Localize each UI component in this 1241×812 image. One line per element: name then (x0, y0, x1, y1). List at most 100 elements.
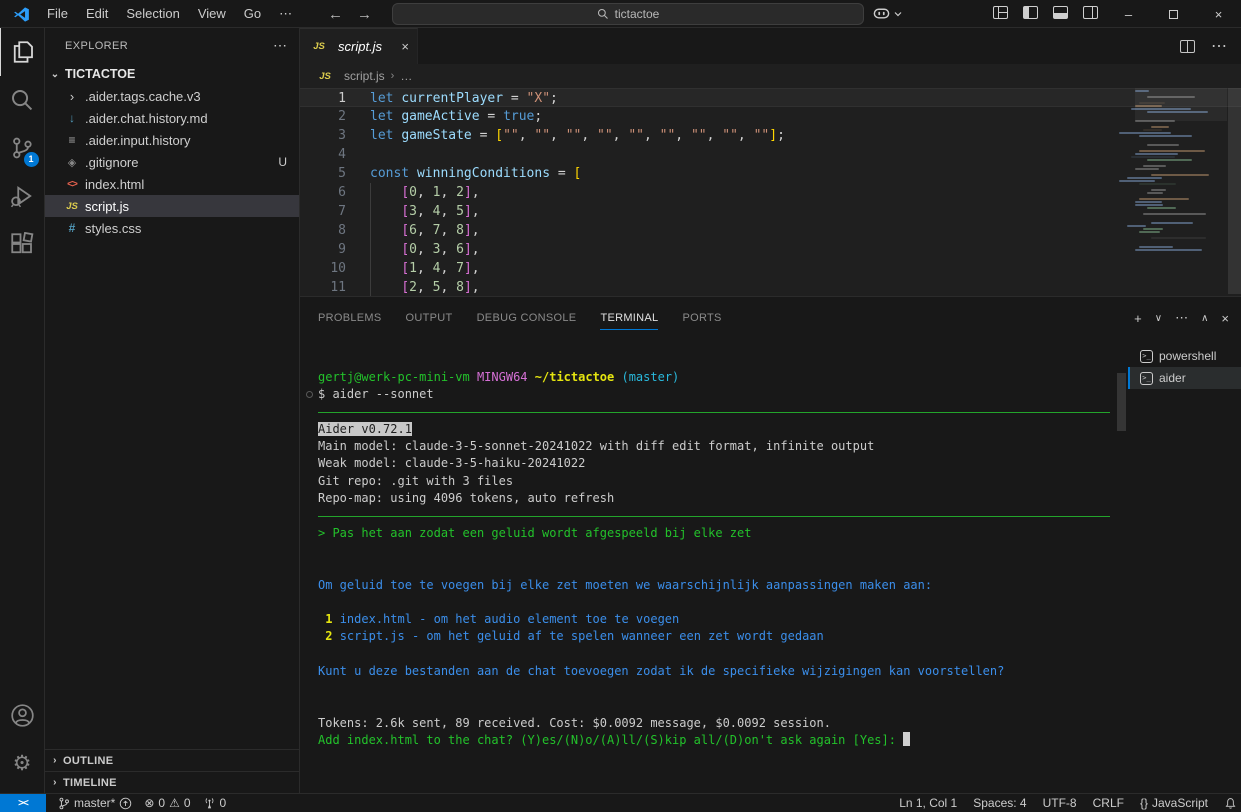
window-controls: – × (1106, 0, 1241, 28)
forward-arrow-icon[interactable]: → (357, 6, 372, 23)
minimap-line (1127, 225, 1146, 227)
menu-view[interactable]: View (189, 3, 235, 25)
nav-arrows: ← → (328, 0, 372, 28)
ports-item[interactable]: 0 (203, 796, 227, 810)
toggle-panel-icon[interactable] (1053, 6, 1068, 19)
run-debug-button[interactable] (0, 172, 45, 220)
code-line[interactable]: 11 [2, 5, 8], (300, 278, 1241, 296)
breadcrumb-tail[interactable]: … (400, 69, 412, 83)
extensions-button[interactable] (0, 220, 45, 268)
file-item-styles-css[interactable]: #styles.css (45, 217, 299, 239)
code-line[interactable]: 10 [1, 4, 7], (300, 259, 1241, 278)
panel-more-actions-icon[interactable]: ⋯ (1175, 310, 1188, 326)
remote-indicator[interactable]: >< (0, 794, 46, 812)
breadcrumb[interactable]: JS script.js › … (300, 64, 1241, 88)
split-editor-icon[interactable] (1180, 40, 1195, 53)
terminal-line (318, 542, 1128, 559)
code-line[interactable]: 7 [3, 4, 5], (300, 202, 1241, 221)
back-arrow-icon[interactable]: ← (328, 6, 343, 23)
panel-tab-output[interactable]: OUTPUT (406, 297, 453, 339)
more-actions-icon[interactable]: ⋯ (1211, 36, 1227, 56)
git-diamond-icon: ◈ (63, 156, 81, 169)
file-item--aider-chat-history-md[interactable]: ↓.aider.chat.history.md (45, 107, 299, 129)
timeline-label: TIMELINE (63, 777, 117, 789)
menu-go[interactable]: Go (235, 3, 270, 25)
file-item--aider-input-history[interactable]: ≡.aider.input.history (45, 129, 299, 151)
terminal-icon: >_ (1140, 350, 1153, 363)
code-line[interactable]: 3let gameState = ["", "", "", "", "", ""… (300, 126, 1241, 145)
tab-close-icon[interactable]: × (401, 39, 409, 54)
customize-layout-icon[interactable] (993, 6, 1008, 19)
file-item-index-html[interactable]: <>index.html (45, 173, 299, 195)
minimap-line (1135, 168, 1159, 170)
maximize-panel-icon[interactable]: ∧ (1201, 313, 1208, 324)
minimap-line (1139, 246, 1173, 248)
problems-item[interactable]: ⊗ 0 ⚠ 0 (144, 796, 190, 810)
explorer-more-actions-icon[interactable]: ⋯ (273, 37, 287, 54)
editor-scrollbar[interactable] (1228, 88, 1241, 294)
close-button[interactable]: × (1196, 0, 1241, 28)
terminal-item-powershell[interactable]: >_powershell (1128, 345, 1241, 367)
error-count: 0 (158, 796, 165, 810)
minimap-line (1123, 243, 1156, 245)
file-item--gitignore[interactable]: ◈.gitignoreU (45, 151, 299, 173)
encoding-item[interactable]: UTF-8 (1043, 796, 1077, 810)
menu-more[interactable]: ⋯ (270, 3, 301, 25)
menu-edit[interactable]: Edit (77, 3, 117, 25)
breadcrumb-file[interactable]: script.js (344, 69, 385, 83)
file-item-script-js[interactable]: JSscript.js (45, 195, 299, 217)
close-panel-icon[interactable]: × (1221, 311, 1229, 326)
editor-actions: ⋯ (1180, 28, 1227, 64)
new-terminal-icon[interactable]: + (1134, 311, 1142, 326)
notifications-item[interactable] (1224, 797, 1237, 810)
line-content: const winningConditions = [ (346, 164, 581, 183)
indentation-item[interactable]: Spaces: 4 (973, 796, 1026, 810)
explorer-button[interactable] (0, 28, 45, 76)
root-folder-row[interactable]: ⌄ TICTACTOE (45, 63, 299, 85)
settings-button[interactable]: ⚙ (0, 739, 45, 787)
code-line[interactable]: 5const winningConditions = [ (300, 164, 1241, 183)
minimize-button[interactable]: – (1106, 0, 1151, 28)
outline-section[interactable]: › OUTLINE (45, 749, 299, 771)
command-decoration-icon[interactable] (306, 391, 313, 398)
code-line[interactable]: 9 [0, 3, 6], (300, 240, 1241, 259)
panel-tab-terminal[interactable]: TERMINAL (600, 297, 658, 339)
language-item[interactable]: {} JavaScript (1140, 796, 1208, 810)
command-center-search[interactable]: tictactoe (392, 3, 864, 25)
bottom-panel: PROBLEMS OUTPUT DEBUG CONSOLE TERMINAL PORTS… (300, 296, 1241, 793)
cursor-position-item[interactable]: Ln 1, Col 1 (899, 796, 957, 810)
code-line[interactable]: 1let currentPlayer = "X"; (300, 88, 1241, 107)
terminal-line: > Pas het aan zodat een geluid wordt afg… (318, 525, 1128, 542)
terminal-line: Weak model: claude-3-5-haiku-20241022 (318, 455, 1128, 472)
eol-item[interactable]: CRLF (1093, 796, 1124, 810)
git-branch-item[interactable]: master* (58, 796, 132, 810)
minimap-viewport[interactable] (1135, 88, 1227, 121)
maximize-button[interactable] (1151, 0, 1196, 28)
timeline-section[interactable]: › TIMELINE (45, 771, 299, 793)
panel-tab-ports[interactable]: PORTS (682, 297, 721, 339)
code-editor[interactable]: 1let currentPlayer = "X";2let gameActive… (300, 88, 1241, 296)
panel-tab-problems[interactable]: PROBLEMS (318, 297, 382, 339)
code-line[interactable]: 4 (300, 145, 1241, 164)
file-item--aider-tags-cache-v3[interactable]: ›.aider.tags.cache.v3 (45, 85, 299, 107)
code-line[interactable]: 8 [6, 7, 8], (300, 221, 1241, 240)
code-line[interactable]: 2let gameActive = true; (300, 107, 1241, 126)
toggle-primary-sidebar-icon[interactable] (1023, 6, 1038, 19)
terminal-line: gertj@werk-pc-mini-vm MINGW64 ~/tictacto… (318, 369, 1128, 386)
panel-tab-debug-console[interactable]: DEBUG CONSOLE (477, 297, 577, 339)
menu-selection[interactable]: Selection (117, 3, 188, 25)
terminal-dropdown-icon[interactable]: ∨ (1155, 313, 1162, 324)
tab-script-js[interactable]: JS script.js × (300, 28, 418, 64)
minimap-line (1139, 231, 1160, 233)
terminal-view[interactable]: gertj@werk-pc-mini-vm MINGW64 ~/tictacto… (300, 339, 1128, 793)
sidebar-empty-space (45, 239, 299, 749)
menu-file[interactable]: File (38, 3, 77, 25)
code-line[interactable]: 6 [0, 1, 2], (300, 183, 1241, 202)
search-button[interactable] (0, 76, 45, 124)
copilot-button[interactable] (872, 4, 902, 23)
file-name: styles.css (85, 221, 141, 236)
toggle-secondary-sidebar-icon[interactable] (1083, 6, 1098, 19)
account-button[interactable] (0, 691, 45, 739)
terminal-item-aider[interactable]: >_aider (1128, 367, 1241, 389)
source-control-button[interactable]: 1 (0, 124, 45, 172)
